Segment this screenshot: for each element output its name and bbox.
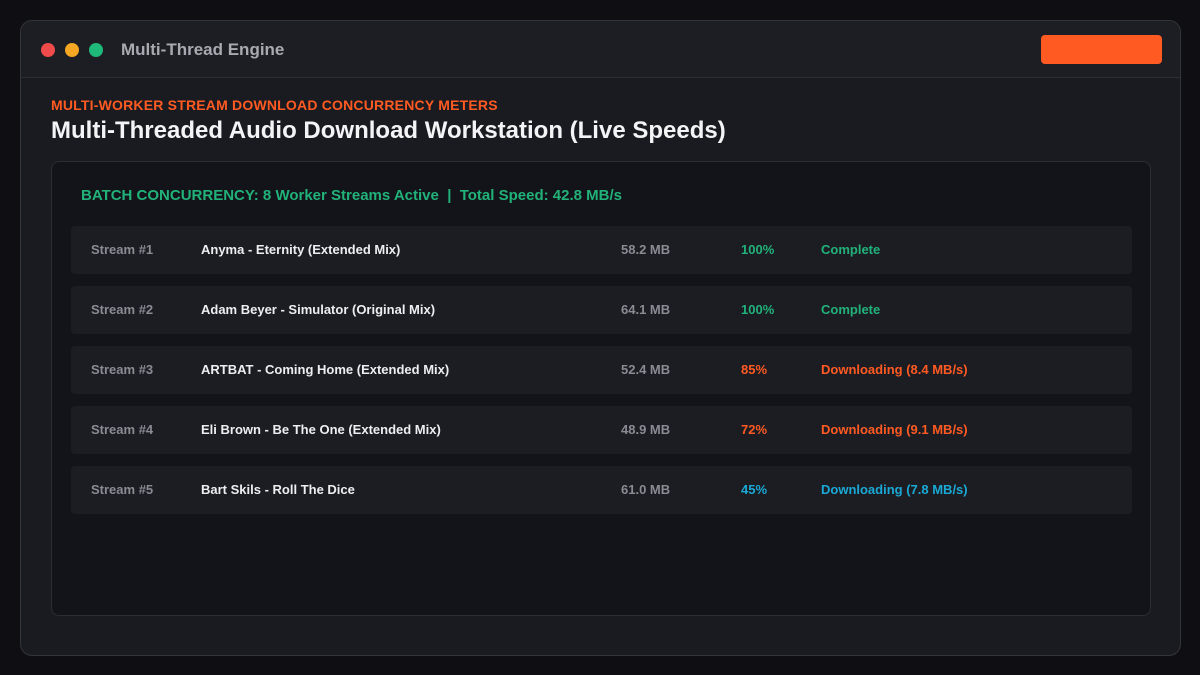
stream-status: Downloading (7.8 MB/s) xyxy=(821,482,968,497)
stream-id: Stream #1 xyxy=(91,242,154,257)
progress-percent: 85% xyxy=(741,362,768,377)
minimize-window-button[interactable] xyxy=(65,43,79,57)
file-size: 61.0 MB xyxy=(621,482,671,497)
stream-row[interactable]: Stream #1 Anyma - Eternity (Extended Mix… xyxy=(71,226,1132,274)
title-bar: Multi-Thread Engine xyxy=(21,21,1180,78)
stream-id: Stream #3 xyxy=(91,362,154,377)
track-title: Eli Brown - Be The One (Extended Mix) xyxy=(201,422,441,437)
stream-status: Downloading (8.4 MB/s) xyxy=(821,362,968,377)
track-title: ARTBAT - Coming Home (Extended Mix) xyxy=(201,362,450,377)
app-window: Multi-Thread Engine MULTI-WORKER STREAM … xyxy=(20,20,1181,656)
stream-row[interactable]: Stream #4 Eli Brown - Be The One (Extend… xyxy=(71,406,1132,454)
progress-percent: 72% xyxy=(741,422,768,437)
titlebar-action-button[interactable] xyxy=(1041,35,1162,64)
stream-id: Stream #5 xyxy=(91,482,154,497)
stream-status: Complete xyxy=(821,302,881,317)
page-title: Multi-Threaded Audio Download Workstatio… xyxy=(51,117,726,144)
progress-percent: 100% xyxy=(741,242,775,257)
stream-row[interactable]: Stream #2 Adam Beyer - Simulator (Origin… xyxy=(71,286,1132,334)
close-window-button[interactable] xyxy=(41,43,55,57)
stream-row[interactable]: Stream #3 ARTBAT - Coming Home (Extended… xyxy=(71,346,1132,394)
streams-panel: BATCH CONCURRENCY: 8 Worker Streams Acti… xyxy=(51,161,1151,616)
file-size: 52.4 MB xyxy=(621,362,671,377)
file-size: 48.9 MB xyxy=(621,422,671,437)
maximize-window-button[interactable] xyxy=(89,43,103,57)
file-size: 64.1 MB xyxy=(621,302,671,317)
stream-list: Stream #1 Anyma - Eternity (Extended Mix… xyxy=(71,226,1132,526)
stream-row[interactable]: Stream #5 Bart Skils - Roll The Dice 61.… xyxy=(71,466,1132,514)
file-size: 58.2 MB xyxy=(621,242,671,257)
stream-id: Stream #4 xyxy=(91,422,154,437)
batch-summary: BATCH CONCURRENCY: 8 Worker Streams Acti… xyxy=(81,187,622,204)
progress-percent: 100% xyxy=(741,302,775,317)
app-title: Multi-Thread Engine xyxy=(121,40,285,59)
track-title: Adam Beyer - Simulator (Original Mix) xyxy=(201,302,436,317)
track-title: Anyma - Eternity (Extended Mix) xyxy=(201,242,401,257)
stream-status: Complete xyxy=(821,242,881,257)
progress-percent: 45% xyxy=(741,482,768,497)
page-eyebrow: MULTI-WORKER STREAM DOWNLOAD CONCURRENCY… xyxy=(51,97,498,113)
stream-status: Downloading (9.1 MB/s) xyxy=(821,422,968,437)
stream-id: Stream #2 xyxy=(91,302,154,317)
track-title: Bart Skils - Roll The Dice xyxy=(201,482,355,497)
